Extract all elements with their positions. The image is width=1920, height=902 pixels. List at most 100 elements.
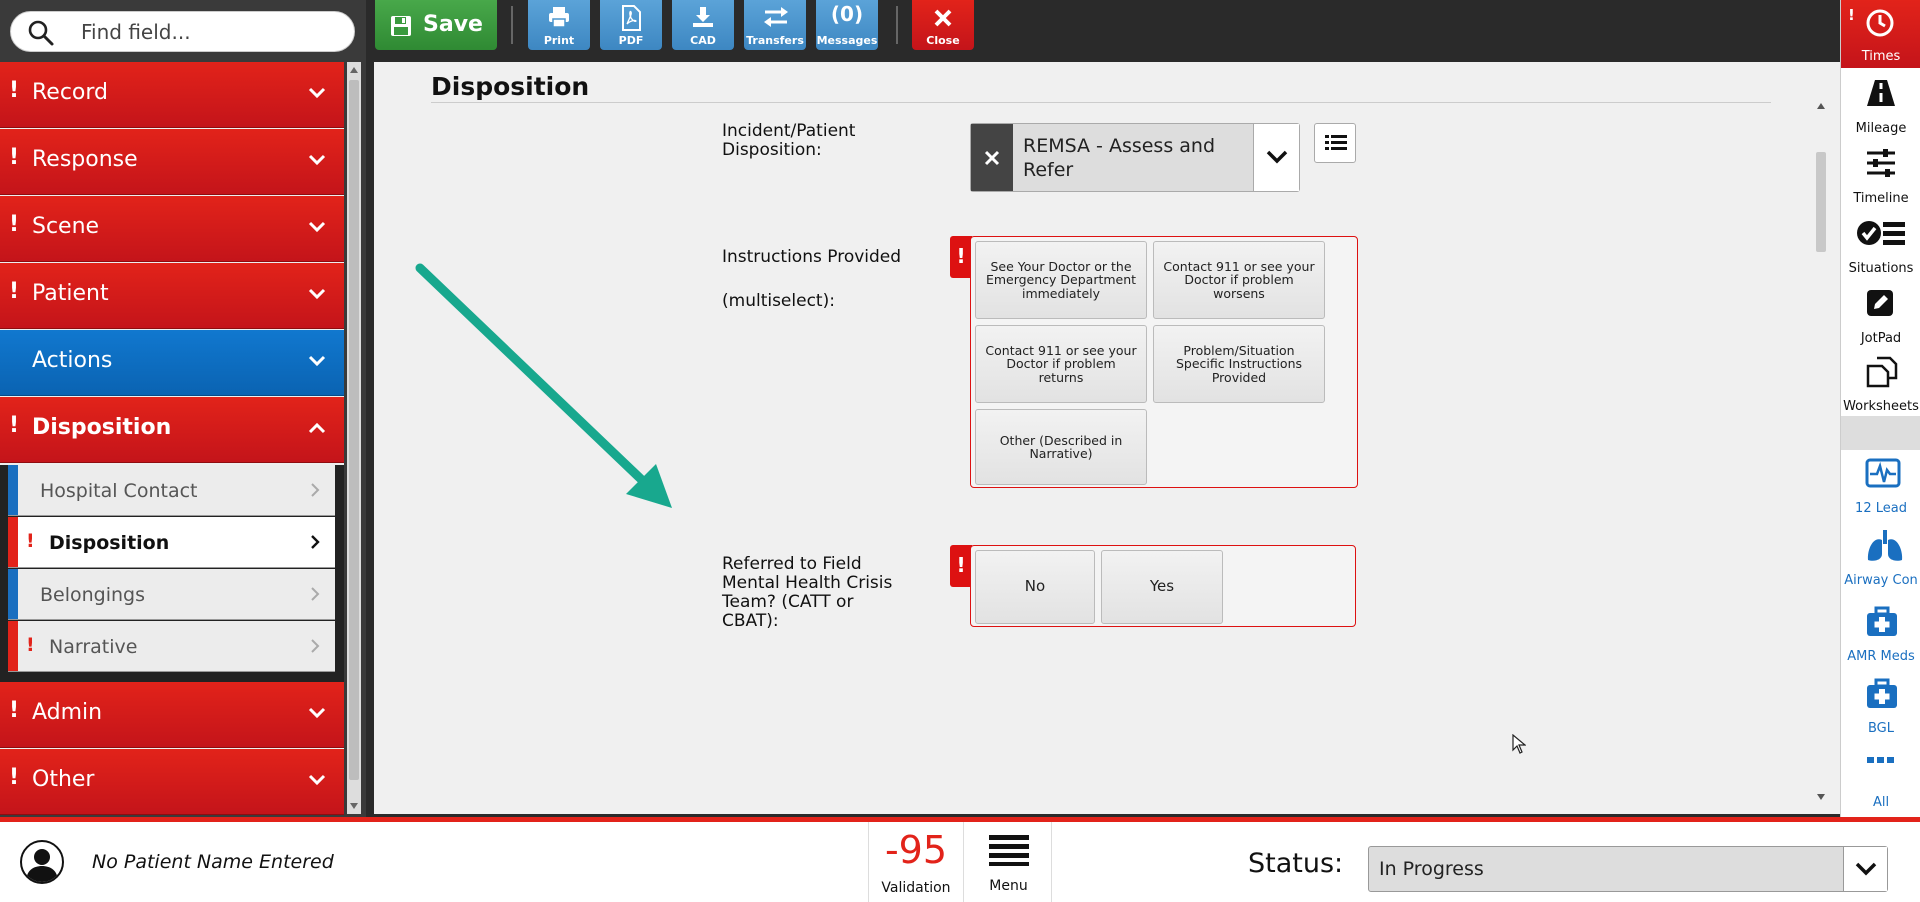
- times-button[interactable]: ! Times: [1841, 0, 1920, 68]
- airway-con-button[interactable]: Airway Con: [1841, 522, 1920, 592]
- toolbar-divider: [896, 6, 898, 44]
- disposition-value: REMSA - Assess and Refer: [1023, 135, 1216, 181]
- item-stripe: [8, 569, 18, 619]
- scroll-up-arrow[interactable]: [350, 67, 358, 73]
- chevron-down-icon: [308, 154, 326, 166]
- status-dropdown-toggle[interactable]: [1843, 847, 1887, 891]
- sidebar-section-other[interactable]: ! Other: [0, 749, 344, 815]
- pdf-button[interactable]: PDF: [600, 0, 662, 50]
- sidebar-scrollbar[interactable]: [347, 62, 361, 814]
- jotpad-button[interactable]: JotPad: [1841, 280, 1920, 350]
- mouse-cursor-icon: [1512, 734, 1526, 754]
- user-icon: [26, 849, 58, 882]
- search-icon: [28, 20, 54, 46]
- sidebar-section-patient[interactable]: ! Patient: [0, 263, 344, 329]
- required-indicator: !: [9, 279, 20, 304]
- disposition-dropdown-toggle[interactable]: [1253, 124, 1299, 191]
- amr-meds-button[interactable]: AMR Meds: [1841, 598, 1920, 668]
- mileage-label: Mileage: [1855, 121, 1907, 136]
- sidebar-section-actions[interactable]: Actions: [0, 330, 344, 396]
- instruction-option-see-doctor[interactable]: See Your Doctor or the Emergency Departm…: [975, 241, 1147, 319]
- status-select[interactable]: In Progress: [1368, 846, 1888, 892]
- sidebar-item-hospital-contact[interactable]: Hospital Contact: [8, 465, 335, 516]
- right-sidebar: ! Times Mileage Timeline Situations JotP…: [1840, 0, 1920, 817]
- sidebar-item-disposition[interactable]: ! Disposition: [8, 517, 335, 568]
- sidebar-section-response[interactable]: ! Response: [0, 129, 344, 195]
- print-button[interactable]: Print: [528, 0, 590, 50]
- close-icon: [934, 9, 952, 27]
- sidebar-section-disposition[interactable]: ! Disposition: [0, 397, 344, 463]
- situations-button[interactable]: Situations: [1841, 210, 1920, 280]
- sidebar-item-narrative[interactable]: ! Narrative: [8, 621, 335, 672]
- pdf-file-icon: [622, 5, 641, 31]
- printer-icon: [549, 7, 569, 28]
- required-indicator: !: [9, 212, 20, 237]
- transfers-button[interactable]: Transfers: [744, 0, 806, 50]
- instruction-option-returns[interactable]: Contact 911 or see your Doctor if proble…: [975, 325, 1147, 403]
- left-sidebar: ! Record ! Response ! Scene ! Patient Ac…: [0, 0, 366, 817]
- save-label: Save: [423, 12, 483, 37]
- timeline-button[interactable]: Timeline: [1841, 140, 1920, 210]
- disposition-select[interactable]: REMSA - Assess and Refer: [970, 123, 1300, 192]
- sidebar-section-label: Record: [32, 80, 109, 105]
- scrollbar-thumb[interactable]: [1816, 152, 1826, 252]
- bgl-button[interactable]: BGL: [1841, 670, 1920, 740]
- bgl-label: BGL: [1867, 721, 1894, 736]
- cad-button[interactable]: CAD: [672, 0, 734, 50]
- 12-lead-button[interactable]: 12 Lead: [1841, 450, 1920, 520]
- avatar[interactable]: [20, 840, 64, 884]
- medkit-icon: [1867, 678, 1897, 708]
- sidebar-section-scene[interactable]: ! Scene: [0, 196, 344, 262]
- mileage-button[interactable]: Mileage: [1841, 70, 1920, 140]
- required-indicator: !: [9, 78, 20, 103]
- pencil-icon: [1867, 290, 1893, 316]
- toolbar-divider: [511, 6, 513, 44]
- sidebar-section-label: Response: [32, 147, 138, 172]
- list-picker-button[interactable]: [1314, 123, 1356, 163]
- messages-label: Messages: [816, 34, 878, 47]
- save-button[interactable]: Save: [375, 0, 497, 50]
- hamburger-menu-icon: [989, 835, 1029, 866]
- instruction-option-worsens[interactable]: Contact 911 or see your Doctor if proble…: [1153, 241, 1325, 319]
- download-icon: [693, 7, 713, 27]
- referred-option-yes[interactable]: Yes: [1101, 550, 1223, 624]
- page-title: Disposition: [431, 72, 590, 101]
- scroll-down-arrow[interactable]: [350, 803, 358, 809]
- chevron-down-icon: [1266, 150, 1288, 164]
- worksheets-button[interactable]: Worksheets: [1841, 348, 1920, 418]
- scrollbar-thumb[interactable]: [349, 80, 359, 780]
- required-indicator: !: [9, 765, 20, 790]
- title-divider: [431, 102, 1771, 103]
- validation-button[interactable]: -95 Validation: [868, 822, 964, 902]
- all-button[interactable]: All: [1841, 744, 1920, 814]
- main-scrollbar[interactable]: [1812, 102, 1830, 810]
- sidebar-section-admin[interactable]: ! Admin: [0, 682, 344, 748]
- chevron-up-icon: [308, 422, 326, 434]
- required-indicator: !: [950, 236, 972, 278]
- sidebar-section-record[interactable]: ! Record: [0, 62, 344, 128]
- referred-option-no[interactable]: No: [975, 550, 1095, 624]
- situations-label: Situations: [1848, 261, 1914, 276]
- scroll-up-arrow[interactable]: [1817, 103, 1825, 109]
- messages-button[interactable]: (0) Messages: [816, 0, 878, 50]
- sidebar-item-belongings[interactable]: Belongings: [8, 569, 335, 620]
- search-input[interactable]: [81, 20, 341, 44]
- scroll-down-arrow[interactable]: [1817, 794, 1825, 800]
- patient-name: No Patient Name Entered: [92, 851, 334, 873]
- status-value: In Progress: [1379, 858, 1484, 880]
- search-box[interactable]: [10, 11, 355, 52]
- instruction-option-other[interactable]: Other (Described in Narrative): [975, 409, 1147, 485]
- instruction-option-specific[interactable]: Problem/Situation Specific Instructions …: [1153, 325, 1325, 403]
- list-icon: [1325, 135, 1347, 150]
- menu-button[interactable]: Menu: [966, 822, 1052, 902]
- instructions-field-sublabel: (multiselect):: [722, 291, 835, 311]
- required-indicator: !: [26, 530, 35, 552]
- close-button[interactable]: Close: [912, 0, 974, 50]
- required-indicator: !: [26, 634, 35, 656]
- 12-lead-label: 12 Lead: [1855, 501, 1907, 516]
- worksheets-label: Worksheets: [1843, 399, 1919, 414]
- clear-selection-button[interactable]: [971, 124, 1013, 191]
- floppy-disk-icon: [391, 16, 411, 36]
- times-label: Times: [1861, 49, 1901, 64]
- lungs-icon: [1867, 530, 1903, 561]
